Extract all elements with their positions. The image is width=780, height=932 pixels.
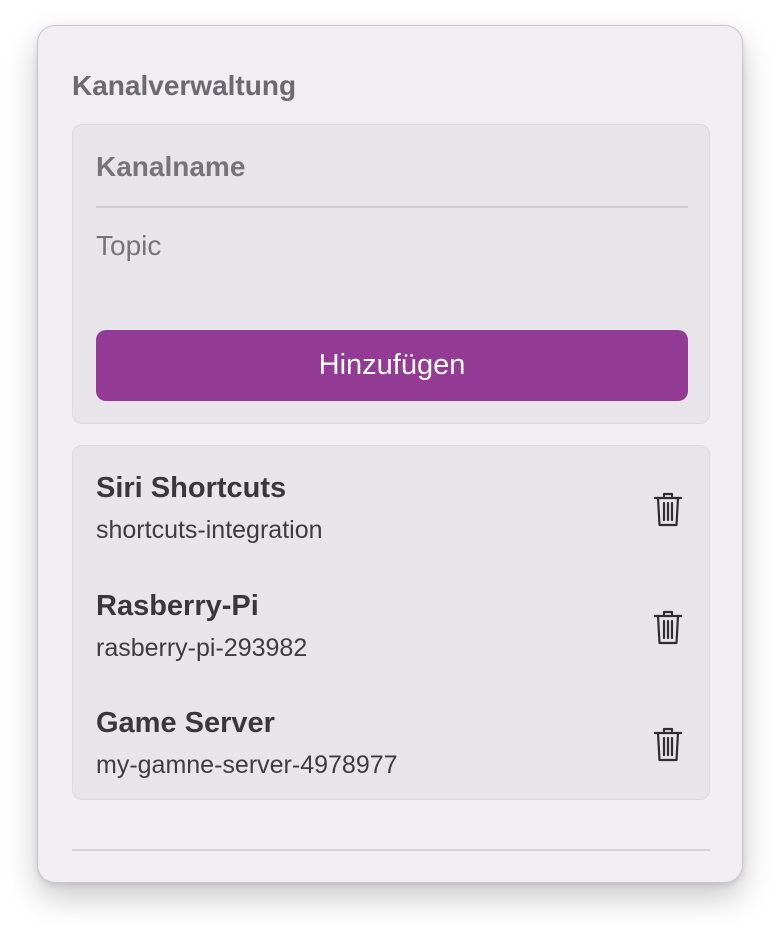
field-divider [96,206,688,208]
trash-icon[interactable] [653,727,683,763]
channel-list: Siri Shortcuts shortcuts-integration Ras… [72,445,710,800]
channel-name-input[interactable] [96,151,688,183]
channel-management-panel: Kanalverwaltung Hinzufügen Siri Shortcut… [37,25,743,883]
trash-icon[interactable] [653,492,683,528]
add-channel-button[interactable]: Hinzufügen [96,330,688,401]
bottom-divider [72,849,710,851]
add-channel-form: Hinzufügen [72,124,710,424]
channel-name: Rasberry-Pi [96,590,259,622]
channel-topic: rasberry-pi-293982 [96,634,308,662]
section-title: Kanalverwaltung [72,70,297,101]
trash-icon[interactable] [653,610,683,646]
list-item: Siri Shortcuts shortcuts-integration [73,472,709,572]
channel-name: Game Server [96,707,275,739]
channel-topic: shortcuts-integration [96,516,323,544]
list-item: Game Server my-gamne-server-4978977 [73,707,709,807]
channel-topic: my-gamne-server-4978977 [96,751,398,779]
channel-topic-input[interactable] [96,230,688,262]
channel-name: Siri Shortcuts [96,472,287,504]
list-item: Rasberry-Pi rasberry-pi-293982 [73,590,709,690]
